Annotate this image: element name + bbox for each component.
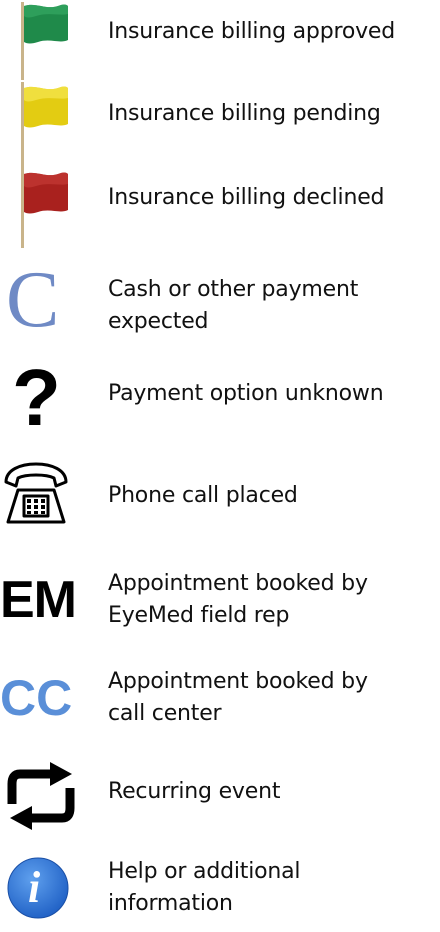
legend-label: Appointment booked by EyeMed field rep bbox=[108, 571, 368, 628]
cc-icon: CC bbox=[0, 670, 73, 726]
info-icon[interactable]: i bbox=[0, 852, 100, 932]
legend-item-cash-payment: C Cash or other payment expected bbox=[0, 260, 440, 344]
legend-item-insurance-pending: Insurance billing pending bbox=[0, 82, 440, 166]
legend-item-insurance-declined: Insurance billing declined bbox=[0, 166, 440, 250]
recurring-icon bbox=[0, 756, 100, 836]
legend-item-eyemed-rep: EM Appointment booked by EyeMed field re… bbox=[0, 566, 440, 642]
legend-item-call-center: CC Appointment booked by call center bbox=[0, 664, 440, 740]
cash-c-icon: C bbox=[6, 256, 60, 344]
yellow-flag-icon bbox=[0, 82, 100, 166]
legend-item-payment-unknown: ? Payment option unknown bbox=[0, 353, 440, 442]
legend-label: Insurance billing pending bbox=[108, 101, 381, 126]
telephone-icon bbox=[0, 460, 100, 540]
legend-label: Payment option unknown bbox=[108, 381, 384, 406]
red-flag-icon bbox=[0, 166, 100, 248]
legend-label: Appointment booked by call center bbox=[108, 669, 368, 726]
legend-label: Insurance billing approved bbox=[108, 19, 395, 44]
legend-label: Help or additional information bbox=[108, 859, 301, 916]
green-flag-icon bbox=[0, 0, 100, 80]
legend-label: Recurring event bbox=[108, 779, 281, 804]
legend-item-insurance-approved: Insurance billing approved bbox=[0, 0, 440, 80]
legend-label: Insurance billing declined bbox=[108, 185, 385, 210]
legend-item-recurring-event: Recurring event bbox=[0, 756, 440, 832]
em-icon: EM bbox=[0, 571, 77, 629]
question-mark-icon: ? bbox=[12, 353, 61, 442]
legend-label: Phone call placed bbox=[108, 483, 298, 508]
legend-item-help-info: i Help or additional information bbox=[0, 852, 440, 926]
legend-label: Cash or other payment expected bbox=[108, 277, 359, 334]
legend-item-phone-call: Phone call placed bbox=[0, 460, 440, 540]
